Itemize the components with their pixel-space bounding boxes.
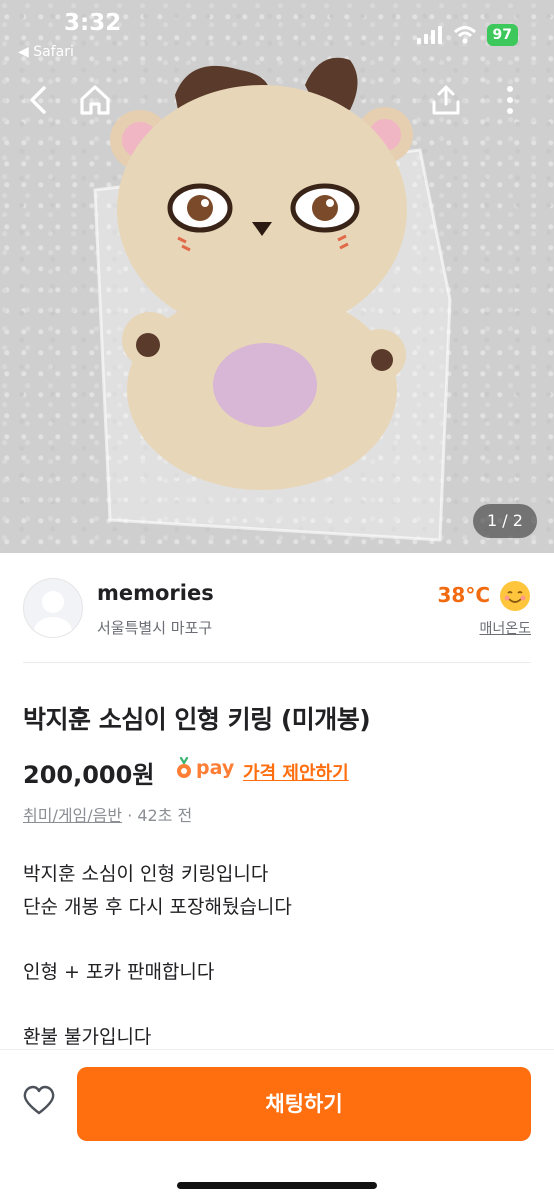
manner-temperature: 38°C (437, 583, 490, 607)
signal-icon (416, 26, 442, 44)
status-time: 3:32 (64, 10, 122, 36)
posted-time: · 42초 전 (127, 806, 193, 825)
smile-face-icon (500, 581, 530, 611)
manner-temperature-link[interactable]: 매너온도 (479, 618, 531, 638)
product-price: 200,000원 (23, 761, 155, 789)
wifi-icon (453, 26, 476, 44)
home-icon (80, 85, 110, 115)
karrot-pay-badge: pay (175, 757, 234, 779)
avatar[interactable] (23, 578, 83, 638)
back-icon (30, 86, 46, 114)
product-description: 박지훈 소심이 인형 키링입니다 단순 개봉 후 다시 포장해뒀습니다 인형 +… (23, 858, 292, 1054)
heart-icon[interactable] (22, 1084, 56, 1118)
product-meta: 취미/게임/음반 · 42초 전 (23, 802, 192, 826)
bottom-action-bar: 채팅하기 (0, 1049, 554, 1201)
seller-location: 서울특별시 마포구 (97, 619, 213, 637)
divider (23, 662, 531, 663)
home-button[interactable] (77, 82, 113, 118)
back-button[interactable] (20, 82, 56, 118)
carrot-icon (177, 757, 191, 778)
photo-pager: 1 / 2 (473, 504, 537, 538)
avatar-placeholder-icon (34, 591, 72, 637)
more-options-button[interactable] (492, 82, 528, 118)
back-to-safari-link[interactable]: ◀ Safari (18, 44, 74, 60)
seller-profile[interactable]: memories 서울특별시 마포구 38°C 매너온도 (0, 553, 554, 663)
home-indicator (177, 1182, 377, 1189)
pay-label: pay (196, 757, 235, 779)
description-line: 인형 + 포카 판매합니다 (23, 961, 215, 983)
description-line: 단순 개봉 후 다시 포장해뒀습니다 (23, 896, 292, 918)
share-button[interactable] (428, 82, 464, 118)
chat-button[interactable]: 채팅하기 (77, 1067, 531, 1141)
price-offer-link[interactable]: 가격 제안하기 (243, 759, 349, 785)
product-title: 박지훈 소심이 인형 키링 (미개봉) (23, 705, 371, 734)
share-icon (432, 85, 460, 115)
battery-indicator: 97 (486, 24, 518, 46)
seller-name[interactable]: memories (97, 581, 214, 605)
description-line: 박지훈 소심이 인형 키링입니다 (23, 863, 269, 885)
category-link[interactable]: 취미/게임/음반 (23, 806, 122, 825)
status-bar: 3:32 ◀ Safari 97 (0, 0, 554, 70)
more-icon (507, 86, 513, 114)
